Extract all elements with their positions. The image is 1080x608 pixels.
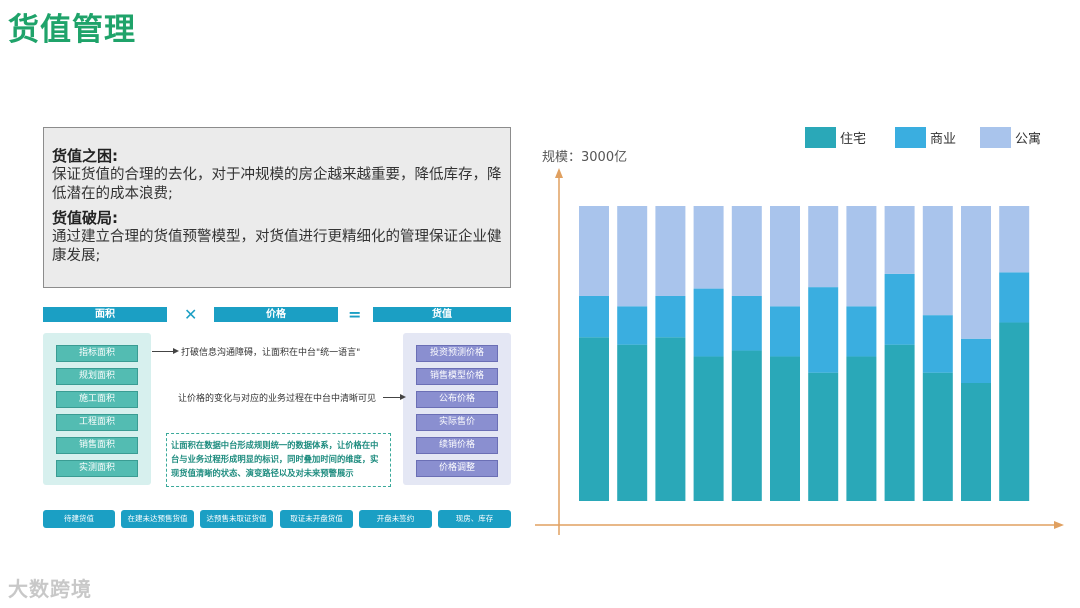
bar-segment-apartment bbox=[693, 206, 724, 289]
bar-segment-commercial bbox=[846, 306, 877, 357]
bar-segment-residential bbox=[961, 383, 991, 501]
bar-segment-residential bbox=[884, 344, 915, 501]
bar-segment-residential bbox=[846, 356, 877, 501]
x-axis-arrow-icon bbox=[1054, 521, 1064, 529]
bar-segment-commercial bbox=[999, 272, 1030, 323]
bar-segment-commercial bbox=[808, 287, 839, 373]
bar-segment-residential bbox=[579, 337, 609, 501]
stacked-bar-chart bbox=[535, 168, 1064, 535]
bar-segment-commercial bbox=[884, 273, 915, 345]
bar-segment-commercial bbox=[770, 306, 800, 357]
bar-segment-residential bbox=[922, 372, 953, 501]
bar-segment-commercial bbox=[922, 315, 953, 373]
bar-segment-apartment bbox=[808, 206, 839, 288]
bar-segment-residential bbox=[808, 372, 839, 501]
bar-segment-apartment bbox=[579, 206, 609, 296]
bar-segment-commercial bbox=[579, 295, 609, 338]
bar-segment-commercial bbox=[655, 295, 686, 338]
slide: 货值管理 货值之困: 保证货值的合理的去化，对于冲规模的房企越来越重要，降低库存… bbox=[0, 0, 1080, 608]
bar-segment-residential bbox=[617, 344, 648, 501]
bar-segment-apartment bbox=[617, 206, 648, 307]
bar-segment-residential bbox=[999, 322, 1030, 501]
bar-segment-residential bbox=[731, 350, 762, 501]
bar-segment-apartment bbox=[655, 206, 686, 296]
bar-segment-residential bbox=[655, 337, 686, 501]
bar-segment-apartment bbox=[961, 206, 991, 339]
bar-segment-residential bbox=[693, 356, 724, 501]
bar-segment-residential bbox=[770, 356, 800, 501]
bar-segment-apartment bbox=[846, 206, 877, 307]
bar-segment-apartment bbox=[770, 206, 800, 307]
bar-segment-commercial bbox=[693, 288, 724, 357]
bar-segment-apartment bbox=[884, 206, 915, 274]
bar-segment-commercial bbox=[617, 306, 648, 345]
bar-segment-apartment bbox=[922, 206, 953, 316]
y-axis-arrow-icon bbox=[555, 168, 563, 178]
bar-segment-apartment bbox=[999, 206, 1030, 273]
bar-segment-commercial bbox=[731, 295, 762, 351]
bar-segment-apartment bbox=[731, 206, 762, 296]
bar-segment-commercial bbox=[961, 338, 991, 383]
